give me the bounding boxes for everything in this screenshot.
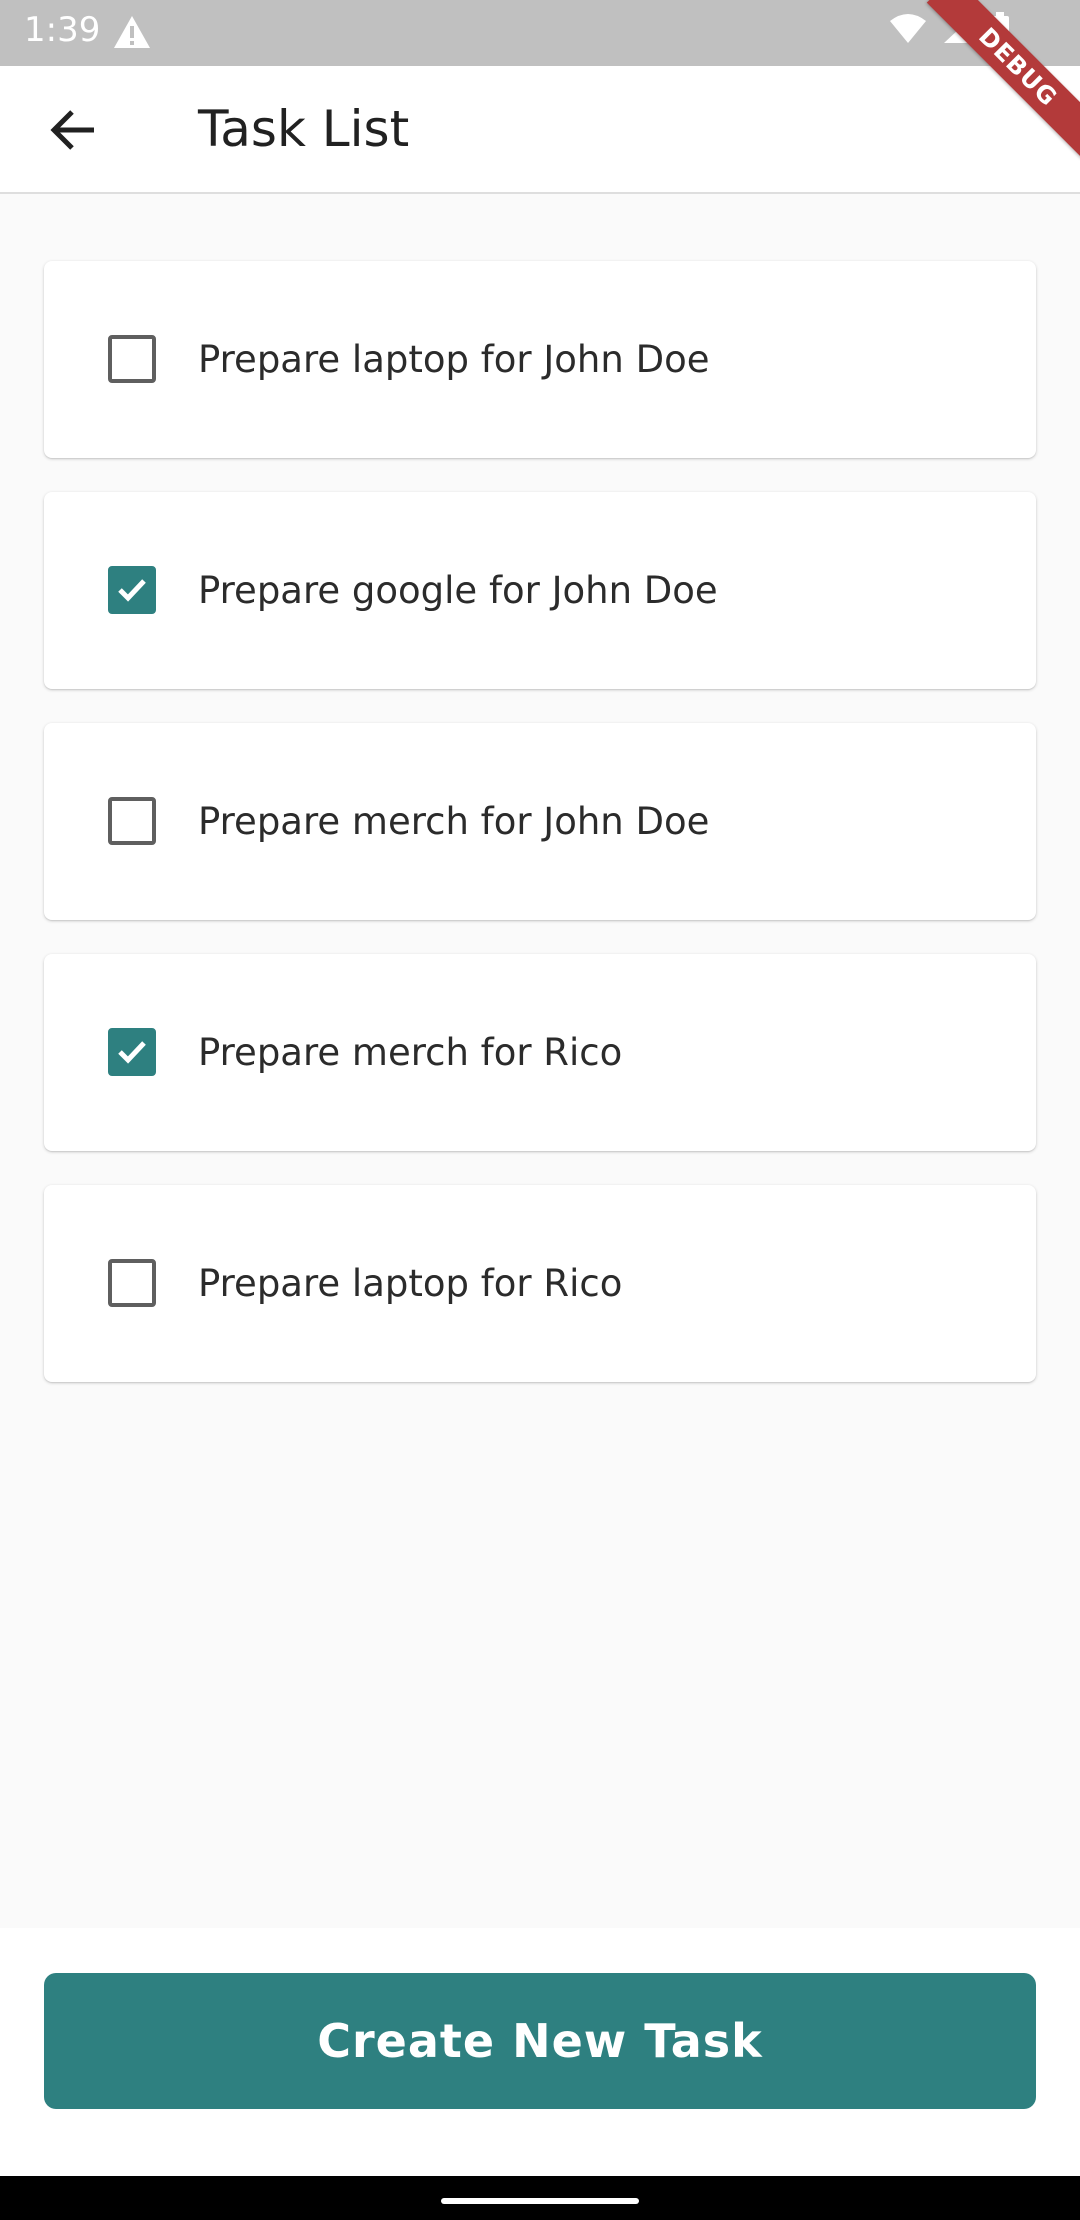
warning-icon (112, 14, 152, 50)
create-new-task-button[interactable]: Create New Task (44, 1973, 1036, 2109)
task-item[interactable]: Prepare laptop for John Doe (44, 261, 1036, 458)
status-bar: 1:39 (0, 0, 1080, 66)
task-checkbox[interactable] (108, 797, 156, 845)
task-item[interactable]: Prepare laptop for Rico (44, 1185, 1036, 1382)
checkmark-icon (118, 579, 146, 602)
back-arrow-icon (50, 110, 94, 150)
checkmark-icon (118, 1041, 146, 1064)
task-checkbox[interactable] (108, 566, 156, 614)
task-label: Prepare google for John Doe (198, 569, 718, 612)
task-label: Prepare laptop for John Doe (198, 338, 710, 381)
task-checkbox[interactable] (108, 1028, 156, 1076)
page-title: Task List (198, 100, 410, 158)
wifi-icon (888, 13, 928, 45)
task-label: Prepare laptop for Rico (198, 1262, 623, 1305)
task-label: Prepare merch for Rico (198, 1031, 623, 1074)
app-bar: Task List (0, 66, 1080, 194)
system-nav-bar (0, 2176, 1080, 2220)
bottom-action-area: Create New Task (0, 1928, 1080, 2176)
status-time: 1:39 (24, 10, 101, 50)
task-list: Prepare laptop for John Doe Prepare goog… (44, 261, 1036, 1416)
task-item[interactable]: Prepare google for John Doe (44, 492, 1036, 689)
task-label: Prepare merch for John Doe (198, 800, 710, 843)
home-gesture-handle[interactable] (441, 2198, 639, 2204)
task-item[interactable]: Prepare merch for Rico (44, 954, 1036, 1151)
task-item[interactable]: Prepare merch for John Doe (44, 723, 1036, 920)
task-checkbox[interactable] (108, 335, 156, 383)
back-button[interactable] (44, 100, 104, 160)
task-checkbox[interactable] (108, 1259, 156, 1307)
